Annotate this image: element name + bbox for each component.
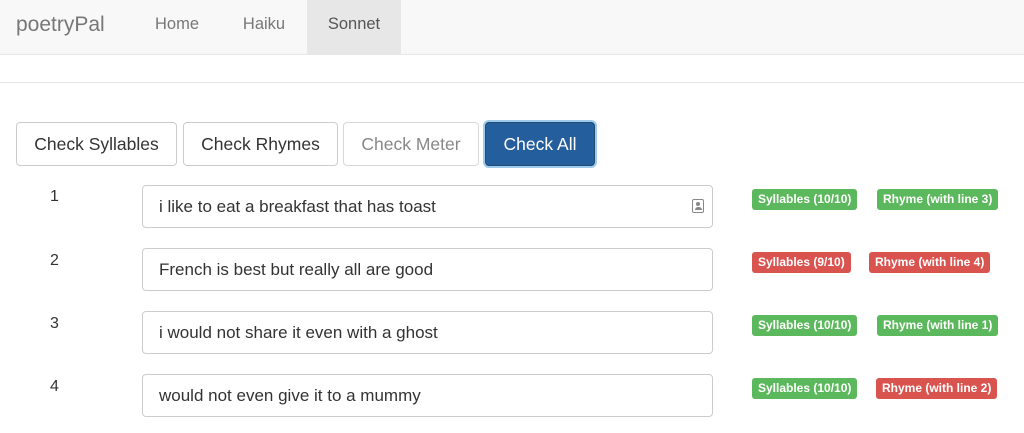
line-number: 1 (50, 188, 59, 205)
divider (0, 82, 1024, 83)
syllables-badge: Syllables (9/10) (752, 252, 851, 273)
line-input-text: French is best but really all are good (159, 260, 434, 279)
navbar: poetryPal Home Haiku Sonnet (0, 0, 1024, 55)
check-syllables-button[interactable]: Check Syllables (16, 122, 177, 166)
check-all-button[interactable]: Check All (485, 122, 595, 166)
brand-logo[interactable]: poetryPal (16, 0, 105, 55)
rhyme-badge: Rhyme (with line 4) (869, 252, 991, 273)
rhyme-badge: Rhyme (with line 3) (877, 189, 999, 210)
syllables-badge: Syllables (10/10) (752, 378, 858, 399)
nav-item-home[interactable]: Home (133, 0, 221, 55)
line-input[interactable]: French is best but really all are good (142, 248, 713, 291)
line-input-text: i would not share it even with a ghost (159, 323, 438, 342)
line-input-text: would not even give it to a mummy (159, 386, 421, 405)
contact-card-icon[interactable] (692, 199, 704, 213)
check-rhymes-button[interactable]: Check Rhymes (183, 122, 338, 166)
line-number: 2 (50, 252, 59, 269)
nav-item-sonnet[interactable]: Sonnet (307, 0, 401, 55)
check-meter-button[interactable]: Check Meter (343, 122, 479, 166)
line-number: 3 (50, 315, 59, 332)
nav-item-haiku[interactable]: Haiku (221, 0, 307, 55)
syllables-badge: Syllables (10/10) (752, 189, 858, 210)
line-number: 4 (50, 378, 59, 395)
syllables-badge: Syllables (10/10) (752, 315, 858, 336)
line-input[interactable]: i would not share it even with a ghost (142, 311, 713, 354)
line-input[interactable]: would not even give it to a mummy (142, 374, 713, 417)
rhyme-badge: Rhyme (with line 2) (876, 378, 998, 399)
rhyme-badge: Rhyme (with line 1) (877, 315, 999, 336)
line-input[interactable]: i like to eat a breakfast that has toast (142, 185, 713, 228)
line-input-text: i like to eat a breakfast that has toast (159, 197, 436, 216)
